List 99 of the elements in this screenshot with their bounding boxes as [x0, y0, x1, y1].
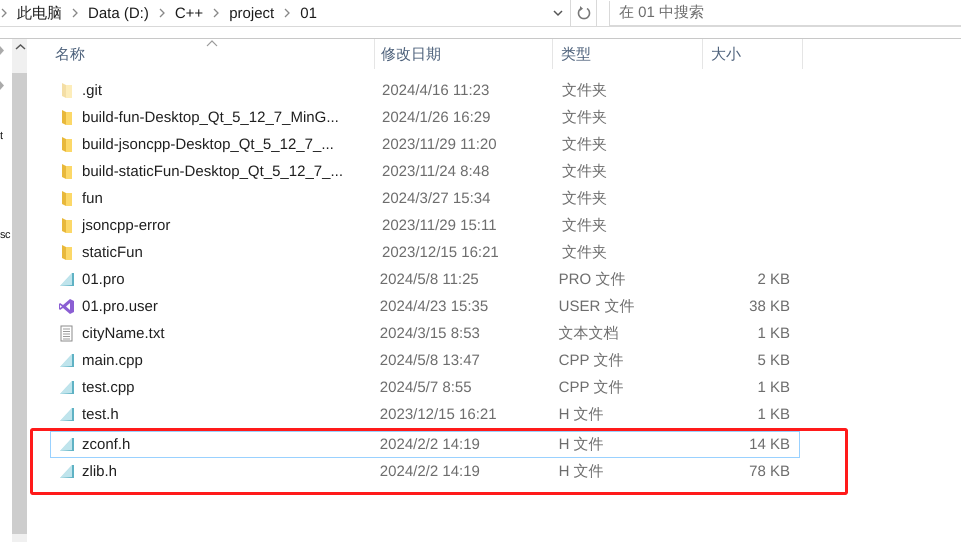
file-row[interactable]: cityName.txt 2024/3/15 8:53 文本文档 1 KB — [30, 320, 848, 347]
column-header[interactable]: 修改日期 — [375, 39, 553, 69]
breadcrumb-item[interactable]: project — [229, 4, 274, 22]
file-name: jsoncpp-error — [82, 217, 170, 234]
file-type: CPP 文件 — [558, 351, 624, 370]
scrollbar[interactable] — [12, 39, 27, 542]
file-type: H 文件 — [558, 462, 605, 481]
file-size: 2 KB — [756, 271, 791, 288]
file-icon — [58, 463, 75, 480]
file-name: fun — [82, 190, 103, 207]
column-header[interactable]: 大小 — [703, 39, 803, 69]
file-type: 文件夹 — [561, 189, 608, 208]
file-type: 文件夹 — [561, 216, 608, 235]
modified-date: 2024/4/16 11:23 — [381, 82, 490, 99]
file-type: 文件夹 — [561, 81, 608, 100]
file-type: CPP 文件 — [558, 378, 624, 397]
file-row[interactable]: 01.pro 2024/5/8 11:25 PRO 文件 2 KB — [30, 266, 848, 293]
file-name: main.cpp — [82, 352, 143, 369]
file-name: zconf.h — [82, 436, 130, 453]
chevron-right-icon[interactable] — [0, 46, 5, 55]
nav-item-text[interactable]: sc — [0, 227, 10, 243]
modified-date: 2024/3/27 15:34 — [381, 190, 492, 207]
modified-date: 2024/5/7 8:55 — [378, 379, 473, 396]
file-row[interactable]: build-staticFun-Desktop_Qt_5_12_7_... 2023/11/24 8:48 文件夹 — [30, 158, 848, 185]
file-row[interactable]: test.h 2023/12/15 16:21 H 文件 1 KB — [30, 401, 848, 428]
modified-date: 2023/12/15 16:21 — [381, 244, 500, 261]
breadcrumb-item[interactable]: 此电脑 — [17, 4, 62, 22]
file-size: 1 KB — [756, 325, 791, 342]
modified-date: 2024/1/26 16:29 — [381, 109, 492, 126]
file-icon — [58, 379, 75, 396]
chevron-right-icon[interactable] — [0, 81, 5, 90]
file-type: 文件夹 — [561, 243, 608, 262]
file-type: 文件夹 — [561, 162, 608, 181]
chevron-right-icon — [283, 8, 292, 18]
file-row[interactable]: jsoncpp-error 2023/11/29 15:11 文件夹 — [30, 212, 848, 239]
file-type: PRO 文件 — [558, 270, 626, 289]
nav-item-text[interactable]: t — [0, 128, 3, 144]
file-size: 1 KB — [756, 379, 791, 396]
file-type: 文件夹 — [561, 108, 608, 127]
search-field[interactable]: 在 01 中搜索 — [609, 0, 961, 26]
file-name: 01.pro — [82, 271, 125, 288]
sort-up-icon — [206, 40, 218, 47]
file-name: .git — [82, 82, 102, 99]
file-row[interactable]: zconf.h 2024/2/2 14:19 H 文件 14 KB — [30, 428, 848, 458]
chevron-right-icon — [158, 8, 166, 18]
file-row[interactable]: build-jsoncpp-Desktop_Qt_5_12_7_... 2023/11/29 11:20 文件夹 — [30, 131, 848, 158]
file-icon — [58, 352, 75, 369]
column-header[interactable]: 类型 — [553, 39, 703, 69]
breadcrumb-item[interactable]: C++ — [174, 4, 204, 22]
file-type: H 文件 — [558, 405, 605, 424]
modified-date: 2024/5/8 13:47 — [378, 352, 481, 369]
modified-date: 2024/3/15 8:53 — [378, 325, 481, 342]
file-type: 文件夹 — [561, 135, 608, 154]
chevron-right-icon — [212, 8, 220, 18]
file-row[interactable]: staticFun 2023/12/15 16:21 文件夹 — [30, 239, 848, 266]
file-size: 5 KB — [756, 352, 791, 369]
modified-date: 2024/2/2 14:19 — [378, 463, 481, 480]
breadcrumb-item[interactable]: 01 — [300, 4, 317, 22]
file-name: test.cpp — [82, 379, 135, 396]
file-row[interactable]: build-fun-Desktop_Qt_5_12_7_MinG... 2024/1/26 16:29 文件夹 — [30, 104, 848, 131]
chevron-right-icon — [0, 8, 8, 18]
text-file-icon — [58, 325, 75, 342]
file-row[interactable]: zlib.h 2024/2/2 14:19 H 文件 78 KB — [30, 458, 848, 495]
column-header[interactable]: 名称 — [50, 39, 375, 69]
visual-studio-icon — [58, 298, 75, 315]
file-row[interactable]: .git 2024/4/16 11:23 文件夹 — [30, 77, 848, 104]
file-size: 38 KB — [748, 298, 791, 315]
file-row[interactable]: main.cpp 2024/5/8 13:47 CPP 文件 5 KB — [30, 347, 848, 374]
file-row[interactable]: test.cpp 2024/5/7 8:55 CPP 文件 1 KB — [30, 374, 848, 401]
file-type: USER 文件 — [558, 297, 636, 316]
file-name: staticFun — [82, 244, 143, 261]
modified-date: 2023/11/29 15:11 — [381, 217, 498, 234]
file-size: 78 KB — [748, 463, 791, 480]
modified-date: 2024/2/2 14:19 — [378, 436, 481, 453]
file-name: 01.pro.user — [82, 298, 158, 315]
file-row[interactable]: fun 2024/3/27 15:34 文件夹 — [30, 185, 848, 212]
modified-date: 2023/11/29 11:20 — [381, 136, 498, 153]
file-icon — [58, 271, 75, 288]
file-name: build-jsoncpp-Desktop_Qt_5_12_7_... — [82, 136, 334, 153]
file-type: H 文件 — [558, 435, 605, 454]
file-type: 文本文档 — [558, 324, 620, 343]
breadcrumb-item[interactable]: Data (D:) — [88, 4, 149, 22]
file-name: test.h — [82, 406, 119, 423]
file-name: zlib.h — [82, 463, 118, 480]
file-size: 1 KB — [756, 406, 791, 423]
file-size: 14 KB — [748, 436, 791, 453]
file-name: cityName.txt — [82, 325, 165, 342]
dropdown-chevron-icon[interactable] — [552, 8, 564, 18]
modified-date: 2023/12/15 16:21 — [378, 406, 498, 423]
modified-date: 2023/11/24 8:48 — [381, 163, 490, 180]
file-name: build-staticFun-Desktop_Qt_5_12_7_... — [82, 163, 343, 180]
file-icon — [58, 406, 75, 423]
modified-date: 2024/5/8 11:25 — [378, 271, 480, 288]
file-icon — [58, 436, 75, 453]
file-name: build-fun-Desktop_Qt_5_12_7_MinG... — [82, 109, 339, 126]
refresh-icon — [576, 5, 592, 21]
file-row[interactable]: 01.pro.user 2024/4/23 15:35 USER 文件 38 KB — [30, 293, 848, 320]
chevron-right-icon — [71, 8, 79, 18]
modified-date: 2024/4/23 15:35 — [378, 298, 490, 315]
